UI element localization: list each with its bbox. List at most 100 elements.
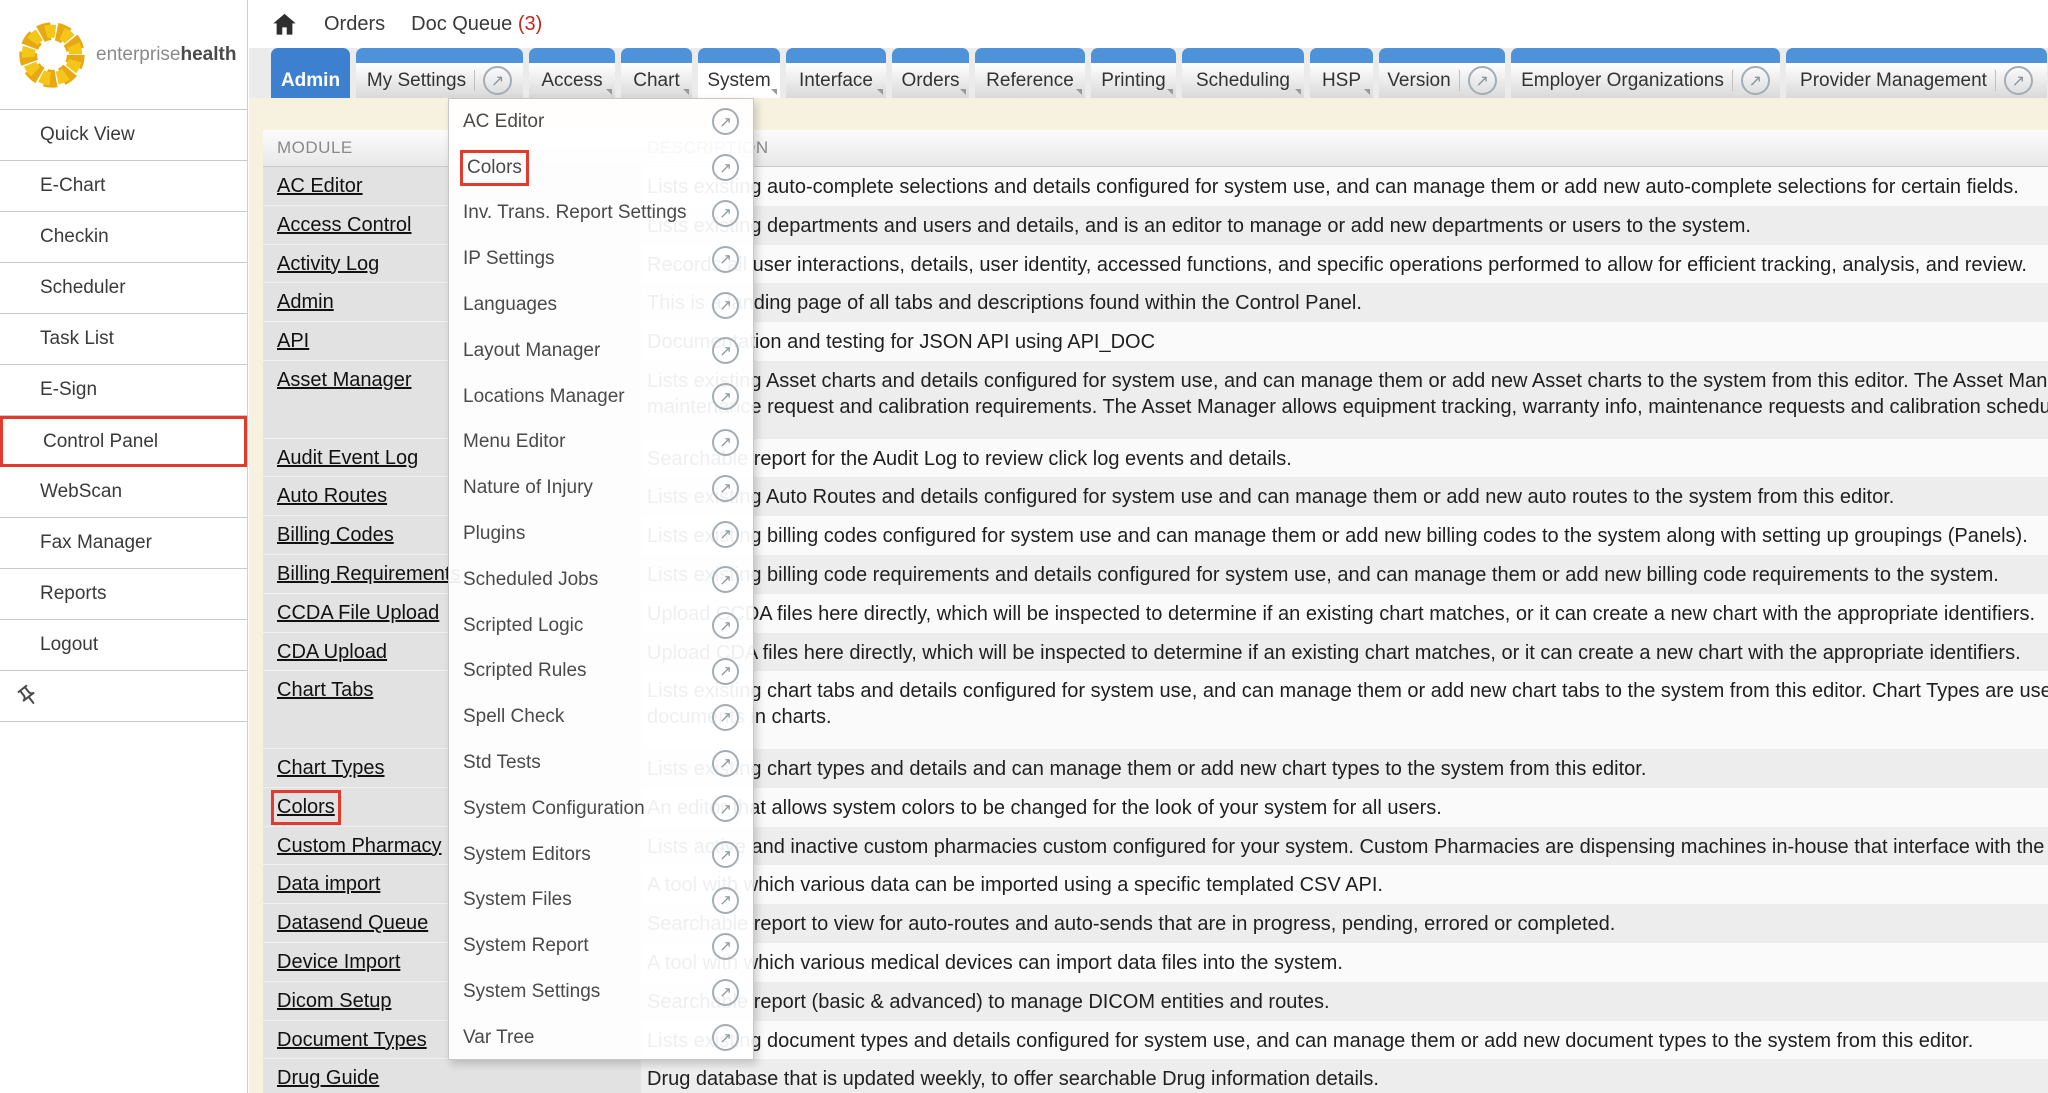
tab-provider-management[interactable]: Provider Management ↗ bbox=[1786, 48, 2047, 98]
sidebar-item-reports[interactable]: Reports bbox=[0, 569, 247, 620]
module-link-auto-routes[interactable]: Auto Routes bbox=[277, 485, 387, 508]
external-link-icon[interactable]: ↗ bbox=[712, 704, 739, 731]
tab-access[interactable]: Access bbox=[529, 48, 615, 98]
external-link-icon[interactable]: ↗ bbox=[712, 750, 739, 777]
module-link-data-import[interactable]: Data import bbox=[277, 873, 380, 896]
external-link-icon[interactable]: ↗ bbox=[712, 566, 739, 593]
external-link-icon[interactable]: ↗ bbox=[712, 979, 739, 1006]
breadcrumb-orders[interactable]: Orders bbox=[324, 13, 385, 36]
external-link-icon[interactable]: ↗ bbox=[712, 383, 739, 410]
app-window: enterprisehealth Quick View E-Chart Chec… bbox=[0, 0, 2048, 1093]
external-link-icon[interactable]: ↗ bbox=[712, 154, 739, 181]
dropdown-item-system-configuration[interactable]: System Configuration ↗ bbox=[449, 786, 753, 832]
dropdown-item-system-report[interactable]: System Report ↗ bbox=[449, 923, 753, 969]
sidebar-item-webscan[interactable]: WebScan bbox=[0, 467, 247, 518]
module-link-asset-manager[interactable]: Asset Manager bbox=[277, 369, 412, 392]
external-link-icon[interactable]: ↗ bbox=[712, 337, 739, 364]
dropdown-item-var-tree[interactable]: Var Tree ↗ bbox=[449, 1015, 753, 1061]
tab-chart[interactable]: Chart bbox=[621, 48, 692, 98]
dropdown-item-menu-editor[interactable]: Menu Editor ↗ bbox=[449, 420, 753, 466]
tab-reference[interactable]: Reference bbox=[975, 48, 1085, 98]
dropdown-item-system-editors[interactable]: System Editors ↗ bbox=[449, 832, 753, 878]
dropdown-item-inv-trans-report-settings[interactable]: Inv. Trans. Report Settings ↗ bbox=[449, 191, 753, 237]
module-link-dicom-setup[interactable]: Dicom Setup bbox=[277, 990, 392, 1013]
external-link-icon[interactable]: ↗ bbox=[712, 429, 739, 456]
dropdown-item-spell-check[interactable]: Spell Check ↗ bbox=[449, 694, 753, 740]
module-link-chart-types[interactable]: Chart Types bbox=[277, 757, 384, 780]
module-link-custom-pharmacy[interactable]: Custom Pharmacy bbox=[277, 835, 442, 858]
external-link-icon[interactable]: ↗ bbox=[712, 475, 739, 502]
tab-employer-organizations[interactable]: Employer Organizations ↗ bbox=[1511, 48, 1780, 98]
dropdown-item-locations-manager[interactable]: Locations Manager ↗ bbox=[449, 374, 753, 420]
tab-system[interactable]: System bbox=[698, 48, 780, 98]
dropdown-item-ip-settings[interactable]: IP Settings ↗ bbox=[449, 236, 753, 282]
module-link-colors[interactable]: Colors bbox=[277, 796, 335, 819]
external-link-icon[interactable]: ↗ bbox=[712, 795, 739, 822]
module-link-document-types[interactable]: Document Types bbox=[277, 1029, 427, 1052]
dropdown-item-colors[interactable]: Colors ↗ bbox=[449, 145, 753, 191]
dropdown-item-scripted-logic[interactable]: Scripted Logic ↗ bbox=[449, 603, 753, 649]
module-link-activity-log[interactable]: Activity Log bbox=[277, 253, 379, 276]
module-link-ac-editor[interactable]: AC Editor bbox=[277, 175, 363, 198]
sidebar-item-logout[interactable]: Logout bbox=[0, 620, 247, 671]
home-icon[interactable] bbox=[271, 11, 298, 38]
dropdown-item-system-files[interactable]: System Files ↗ bbox=[449, 878, 753, 924]
tab-orders[interactable]: Orders bbox=[892, 48, 969, 98]
tab-my-settings[interactable]: My Settings ↗ bbox=[356, 48, 523, 98]
external-link-icon[interactable]: ↗ bbox=[712, 292, 739, 319]
tab-version[interactable]: Version ↗ bbox=[1379, 48, 1505, 98]
dropdown-item-system-settings[interactable]: System Settings ↗ bbox=[449, 969, 753, 1015]
external-link-icon[interactable]: ↗ bbox=[712, 887, 739, 914]
external-link-icon[interactable]: ↗ bbox=[712, 841, 739, 868]
sidebar-item-scheduler[interactable]: Scheduler bbox=[0, 263, 247, 314]
module-link-datasend-queue[interactable]: Datasend Queue bbox=[277, 912, 428, 935]
sidebar-item-control-panel-highlighted[interactable]: Control Panel bbox=[0, 416, 247, 467]
module-link-access-control[interactable]: Access Control bbox=[277, 214, 412, 237]
external-link-icon[interactable]: ↗ bbox=[712, 108, 739, 135]
sidebar-item-fax-manager[interactable]: Fax Manager bbox=[0, 518, 247, 569]
external-link-icon[interactable]: ↗ bbox=[712, 521, 739, 548]
external-link-icon[interactable]: ↗ bbox=[712, 933, 739, 960]
dropdown-item-std-tests[interactable]: Std Tests ↗ bbox=[449, 740, 753, 786]
module-link-api[interactable]: API bbox=[277, 330, 309, 353]
external-link-icon[interactable]: ↗ bbox=[712, 1024, 739, 1051]
sidebar-item-e-chart[interactable]: E-Chart bbox=[0, 161, 247, 212]
module-link-audit-event-log[interactable]: Audit Event Log bbox=[277, 447, 418, 470]
module-link-billing-codes[interactable]: Billing Codes bbox=[277, 524, 394, 547]
module-link-cda-upload[interactable]: CDA Upload bbox=[277, 641, 387, 664]
dropdown-item-ac-editor[interactable]: AC Editor ↗ bbox=[449, 99, 753, 145]
tab-interface[interactable]: Interface bbox=[786, 48, 886, 98]
external-link-icon[interactable]: ↗ bbox=[1741, 66, 1770, 95]
tab-scheduling[interactable]: Scheduling bbox=[1182, 48, 1304, 98]
dropdown-item-scripted-rules[interactable]: Scripted Rules ↗ bbox=[449, 649, 753, 695]
pin-icon[interactable] bbox=[16, 684, 40, 708]
external-link-icon[interactable]: ↗ bbox=[712, 658, 739, 685]
sidebar-item-task-list[interactable]: Task List bbox=[0, 314, 247, 365]
sidebar-item-e-sign[interactable]: E-Sign bbox=[0, 365, 247, 416]
tab-admin[interactable]: Admin bbox=[271, 48, 350, 98]
external-link-icon[interactable]: ↗ bbox=[1468, 66, 1497, 95]
dropdown-item-languages[interactable]: Languages ↗ bbox=[449, 282, 753, 328]
external-link-icon[interactable]: ↗ bbox=[712, 612, 739, 639]
tab-top-cap bbox=[975, 48, 1085, 63]
dropdown-item-scheduled-jobs[interactable]: Scheduled Jobs ↗ bbox=[449, 557, 753, 603]
tab-printing[interactable]: Printing bbox=[1091, 48, 1176, 98]
breadcrumb-doc-queue[interactable]: Doc Queue (3) bbox=[411, 13, 542, 36]
sidebar-item-checkin[interactable]: Checkin bbox=[0, 212, 247, 263]
external-link-icon[interactable]: ↗ bbox=[2004, 66, 2033, 95]
module-link-billing-requirements[interactable]: Billing Requirements bbox=[277, 563, 460, 586]
module-link-device-import[interactable]: Device Import bbox=[277, 951, 400, 974]
sidebar-item-quick-view[interactable]: Quick View bbox=[0, 110, 247, 161]
module-link-chart-tabs[interactable]: Chart Tabs bbox=[277, 679, 373, 702]
module-link-ccda-file-upload[interactable]: CCDA File Upload bbox=[277, 602, 439, 625]
sidebar-pin-row[interactable] bbox=[0, 671, 247, 722]
dropdown-item-layout-manager[interactable]: Layout Manager ↗ bbox=[449, 328, 753, 374]
external-link-icon[interactable]: ↗ bbox=[712, 246, 739, 273]
module-link-drug-guide[interactable]: Drug Guide bbox=[277, 1067, 379, 1090]
tab-hsp[interactable]: HSP bbox=[1310, 48, 1373, 98]
external-link-icon[interactable]: ↗ bbox=[712, 200, 739, 227]
external-link-icon[interactable]: ↗ bbox=[483, 66, 512, 95]
module-link-admin[interactable]: Admin bbox=[277, 291, 334, 314]
dropdown-item-nature-of-injury[interactable]: Nature of Injury ↗ bbox=[449, 465, 753, 511]
dropdown-item-plugins[interactable]: Plugins ↗ bbox=[449, 511, 753, 557]
